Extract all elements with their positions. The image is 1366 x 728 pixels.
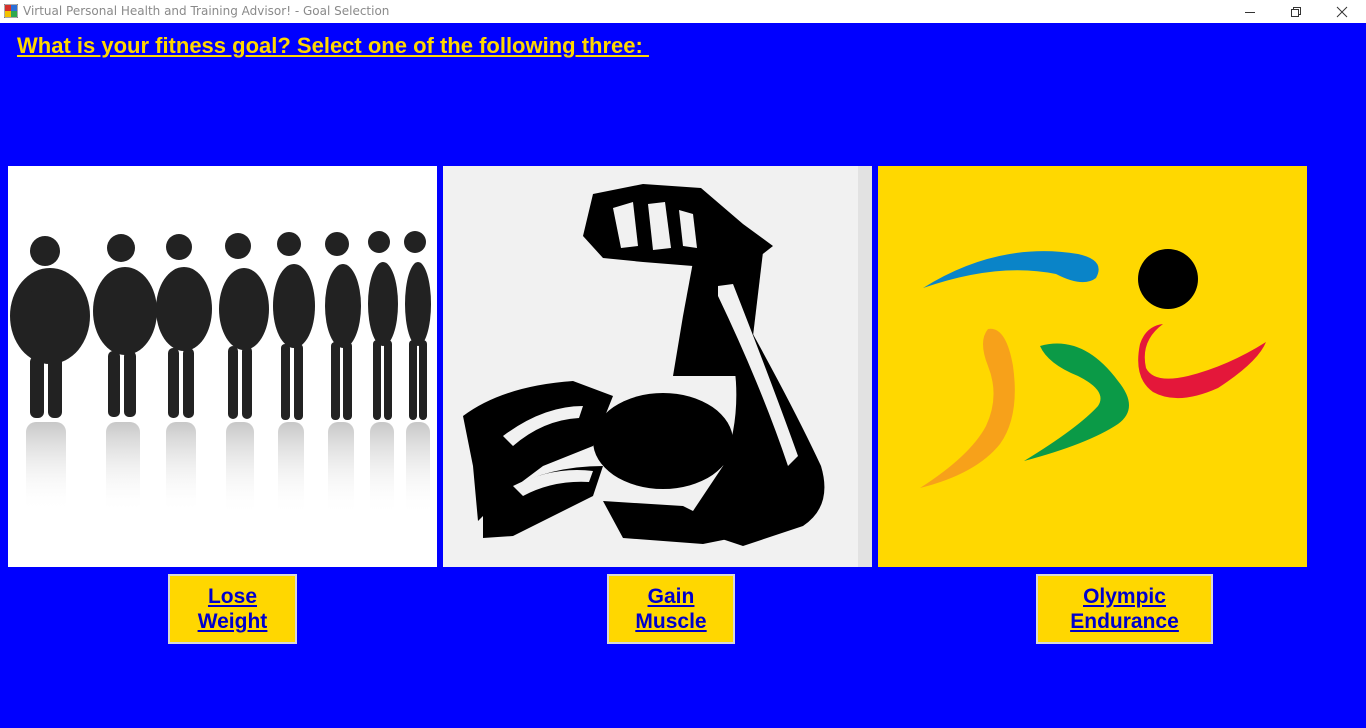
fitness-goal-heading: What is your fitness goal? Select one of… [17,33,649,58]
olympic-endurance-image[interactable] [878,166,1307,567]
goal-selection-window: Virtual Personal Health and Training Adv… [0,0,1366,728]
olympic-endurance-button[interactable]: Olympic Endurance [1036,574,1213,644]
restore-icon [1291,6,1301,17]
minimize-icon [1245,11,1255,13]
weight-loss-silhouettes-icon [10,231,431,516]
title-bar[interactable]: Virtual Personal Health and Training Adv… [0,0,1366,23]
gain-muscle-label-line2: Muscle [635,610,707,633]
app-icon [4,4,18,18]
window-title: Virtual Personal Health and Training Adv… [23,4,390,18]
lose-weight-button[interactable]: Lose Weight [168,574,297,644]
olympic-endurance-label-line2: Endurance [1070,610,1179,633]
olympic-runner-figure-icon [878,166,1307,567]
flexed-bicep-arm-icon [443,166,872,567]
lose-weight-label-line1: Lose [207,585,257,608]
lose-weight-label-line2: Weight [197,610,268,633]
minimize-button[interactable] [1227,0,1273,23]
olympic-endurance-label-line1: Olympic [1083,585,1166,608]
gain-muscle-label-line1: Gain [647,585,695,608]
close-icon [1336,6,1348,17]
gain-muscle-image[interactable] [443,166,872,567]
close-button[interactable] [1319,0,1365,23]
lose-weight-image[interactable] [8,166,437,567]
gain-muscle-button[interactable]: Gain Muscle [607,574,735,644]
maximize-button[interactable] [1273,0,1319,23]
